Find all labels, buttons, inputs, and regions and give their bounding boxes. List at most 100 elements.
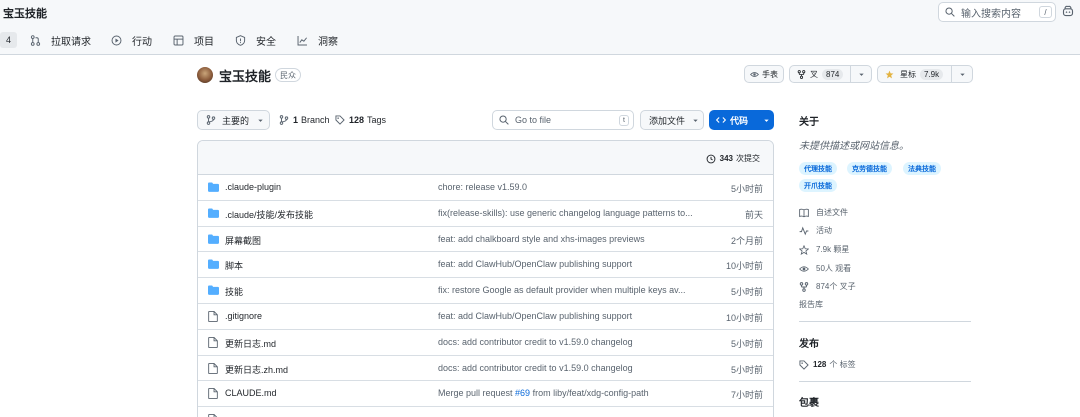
table-row[interactable] xyxy=(198,407,773,417)
tags-label: Tags xyxy=(367,115,387,125)
file-name[interactable]: 脚本 xyxy=(225,259,243,272)
table-row[interactable]: 技能 fix: restore Google as default provid… xyxy=(198,278,773,304)
commit-time: 5小时前 xyxy=(730,287,763,298)
about-description: 未提供描述或网站信息。 xyxy=(799,141,909,152)
commit-message[interactable]: chore: release v1.59.0 xyxy=(438,182,693,192)
topic-tag[interactable]: 法典技能 xyxy=(903,162,941,175)
report-repository-link[interactable]: 报告库 xyxy=(799,299,823,310)
commit-message[interactable]: Merge pull request #69 from liby/feat/xd… xyxy=(438,388,693,398)
header-title[interactable]: 宝玉技能 xyxy=(3,5,47,21)
code-button[interactable]: 代码 xyxy=(709,110,774,130)
tags-count: 128 xyxy=(349,115,365,125)
sidebar-item-label: 50人 观看 xyxy=(816,264,852,273)
repo-nav: 4 拉取请求 行动 项目 安全 洞察 xyxy=(0,27,1080,55)
watch-button[interactable]: 手表 xyxy=(744,65,784,83)
table-row[interactable]: .claude/技能/发布技能 fix(release-skills): use… xyxy=(198,201,773,227)
commit-time: 7小时前 xyxy=(730,390,763,401)
commit-message[interactable]: feat: add ClawHub/OpenClaw publishing su… xyxy=(438,259,693,269)
sidebar-item-activity[interactable]: 活动 xyxy=(799,225,832,236)
branches-count: 1 xyxy=(293,115,299,125)
top-header: 宝玉技能 输入搜索内容 / xyxy=(0,0,1080,27)
commit-message[interactable]: fix: restore Google as default provider … xyxy=(438,285,693,295)
tags-count: 128 xyxy=(813,360,827,369)
table-row[interactable]: 屏幕截图 feat: add chalkboard style and xhs-… xyxy=(198,227,773,253)
table-row[interactable]: 脚本 feat: add ClawHub/OpenClaw publishing… xyxy=(198,252,773,279)
commit-message[interactable]: feat: add ClawHub/OpenClaw publishing su… xyxy=(438,311,693,321)
file-name[interactable]: .claude/技能/发布技能 xyxy=(225,208,313,221)
tab-label: 安全 xyxy=(256,36,276,48)
star-icon xyxy=(885,70,894,78)
branch-icon xyxy=(206,115,216,125)
table-row[interactable]: CLAUDE.md Merge pull request #69 from li… xyxy=(198,381,773,408)
topic-tag[interactable]: 开爪技能 xyxy=(799,179,837,192)
history-icon xyxy=(706,154,716,163)
commit-message[interactable]: docs: add contributor credit to v1.59.0 … xyxy=(438,337,693,347)
sidebar-item-forks[interactable]: 874个 叉子 xyxy=(799,281,856,292)
branch-name: 主要的 xyxy=(222,115,250,126)
file-name[interactable]: .claude-plugin xyxy=(225,182,281,192)
chevron-down-icon xyxy=(258,119,263,122)
branch-selector[interactable]: 主要的 xyxy=(197,110,270,130)
file-name[interactable]: 屏幕截图 xyxy=(225,234,261,247)
star-button[interactable]: 星标 7.9k xyxy=(877,65,973,83)
tab-pull-requests[interactable]: 拉取请求 xyxy=(30,33,91,48)
sidebar-divider xyxy=(799,321,971,322)
file-name[interactable]: 更新日志.md xyxy=(225,337,276,350)
search-placeholder: 输入搜索内容 xyxy=(961,8,1021,20)
search-icon xyxy=(499,115,509,125)
fork-label: 叉 xyxy=(810,69,818,79)
file-name[interactable]: 技能 xyxy=(225,285,243,298)
topic-tag[interactable]: 代理技能 xyxy=(799,162,837,175)
chevron-down-icon[interactable] xyxy=(959,71,966,78)
fork-button[interactable]: 叉 874 xyxy=(789,65,872,83)
add-file-button[interactable]: 添加文件 xyxy=(640,110,704,130)
owner-avatar[interactable] xyxy=(197,67,213,83)
tab-label: 拉取请求 xyxy=(51,36,91,48)
folder-icon xyxy=(208,285,219,295)
topic-tag[interactable]: 克劳德技能 xyxy=(847,162,892,175)
file-icon xyxy=(208,311,218,322)
commits-link[interactable]: 343 次提交 xyxy=(706,153,760,164)
nav-counter-badge[interactable]: 4 xyxy=(0,32,17,48)
tab-projects[interactable]: 项目 xyxy=(173,33,214,48)
tab-actions[interactable]: 行动 xyxy=(111,33,152,48)
file-name[interactable]: 更新日志.zh.md xyxy=(225,363,288,376)
tags-label: 个 标签 xyxy=(829,360,856,369)
go-to-file-input[interactable]: Go to file t xyxy=(492,110,634,130)
tag-icon xyxy=(335,115,345,125)
commit-message[interactable]: feat: add chalkboard style and xhs-image… xyxy=(438,234,693,244)
fork-icon xyxy=(797,69,806,79)
releases-heading[interactable]: 发布 xyxy=(799,335,819,350)
pull-request-link[interactable]: #69 xyxy=(515,388,530,398)
chevron-down-icon[interactable] xyxy=(858,71,865,78)
file-icon xyxy=(208,362,218,374)
play-icon xyxy=(111,35,122,45)
commit-time: 前天 xyxy=(744,209,763,220)
table-row[interactable]: .claude-plugin chore: release v1.59.0 5小… xyxy=(198,175,773,201)
sidebar-item-readme[interactable]: 自述文件 xyxy=(799,207,848,218)
sidebar-item-stars[interactable]: 7.9k 颗星 xyxy=(799,244,849,255)
star-icon xyxy=(799,244,809,255)
tags-link[interactable]: 128 Tags xyxy=(335,115,386,125)
table-row[interactable]: 更新日志.zh.md docs: add contributor credit … xyxy=(198,356,773,382)
search-shortcut: / xyxy=(1039,6,1052,18)
table-row[interactable]: 更新日志.md docs: add contributor credit to … xyxy=(198,330,773,356)
table-icon xyxy=(173,35,184,45)
commit-message[interactable]: fix(release-skills): use generic changel… xyxy=(438,208,693,218)
tab-security[interactable]: 安全 xyxy=(235,33,276,48)
file-name[interactable]: .gitignore xyxy=(225,311,262,321)
report-label: 报告库 xyxy=(799,300,823,309)
branches-link[interactable]: 1 Branch xyxy=(279,115,330,125)
search-input[interactable]: 输入搜索内容 / xyxy=(938,2,1056,22)
commit-message[interactable]: docs: add contributor credit to v1.59.0 … xyxy=(438,363,693,373)
repo-title[interactable]: 宝玉技能 xyxy=(219,66,271,85)
commit-time: 5小时前 xyxy=(730,364,763,375)
packages-heading[interactable]: 包裹 xyxy=(799,394,819,409)
sidebar-item-watchers[interactable]: 50人 观看 xyxy=(799,263,851,274)
copilot-icon[interactable] xyxy=(1062,5,1074,17)
commit-time: 5小时前 xyxy=(730,338,763,349)
table-row[interactable]: .gitignore feat: add ClawHub/OpenClaw pu… xyxy=(198,304,773,330)
sidebar-item-tags[interactable]: 128 个 标签 xyxy=(799,359,856,370)
file-name[interactable]: CLAUDE.md xyxy=(225,388,277,398)
tab-insights[interactable]: 洞察 xyxy=(297,33,338,48)
